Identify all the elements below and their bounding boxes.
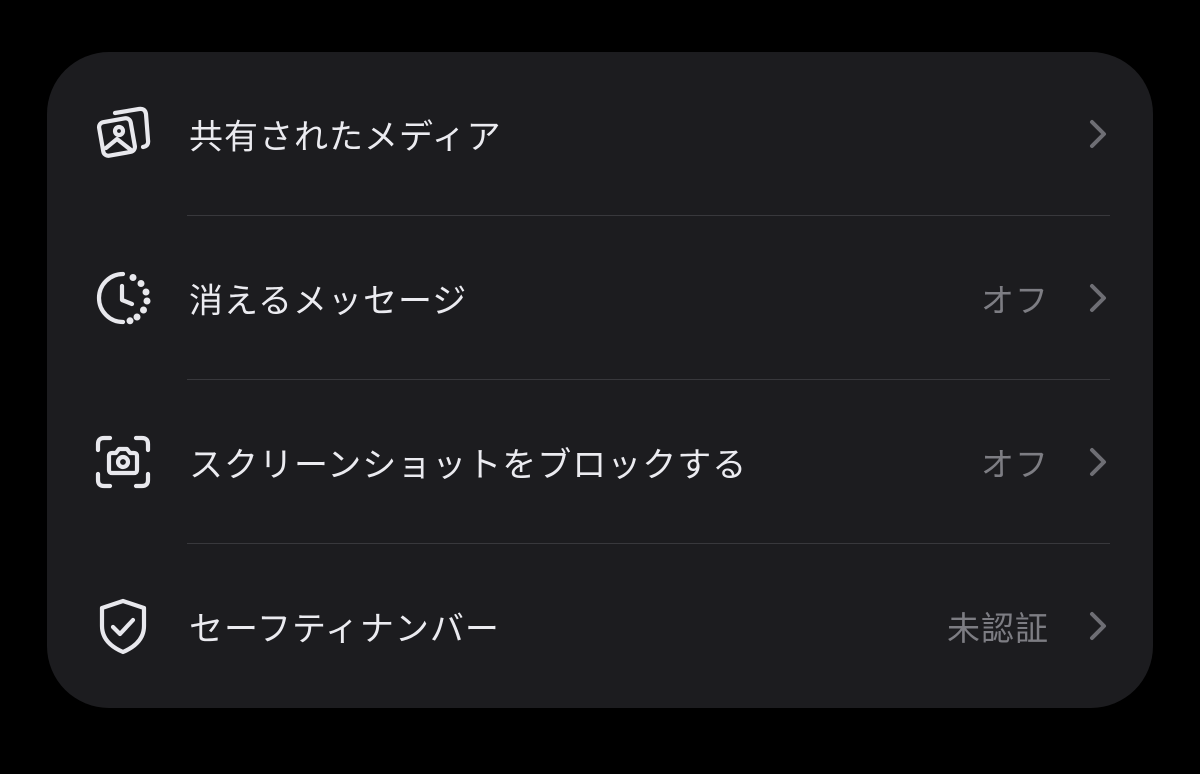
disappearing-messages-label: 消えるメッセージ [189,281,468,322]
disappearing-messages-value: オフ [981,281,1049,320]
chevron-right-icon [1085,117,1111,151]
chevron-right-icon [1085,609,1111,643]
block-screenshots-value: オフ [981,445,1049,484]
chevron-right-icon [1085,445,1111,479]
shared-media-label: 共有されたメディア [189,117,502,158]
chevron-right-icon [1085,281,1111,315]
settings-card: 共有されたメディア 消えるメッセージ オフ スクリーンショットをブロックする オ… [47,52,1153,708]
safety-number-value: 未認証 [947,609,1049,648]
disappearing-timer-icon [93,268,153,328]
safety-number-label: セーフティナンバー [189,609,500,650]
block-screenshots-label: スクリーンショットをブロックする [189,445,748,486]
block-screenshots-row[interactable]: スクリーンショットをブロックする オフ [47,380,1153,544]
screenshot-camera-icon [93,432,153,492]
safety-number-row[interactable]: セーフティナンバー 未認証 [47,544,1153,708]
shared-media-row[interactable]: 共有されたメディア [47,52,1153,216]
disappearing-messages-row[interactable]: 消えるメッセージ オフ [47,216,1153,380]
shared-media-icon [93,104,153,164]
shield-check-icon [93,596,153,656]
